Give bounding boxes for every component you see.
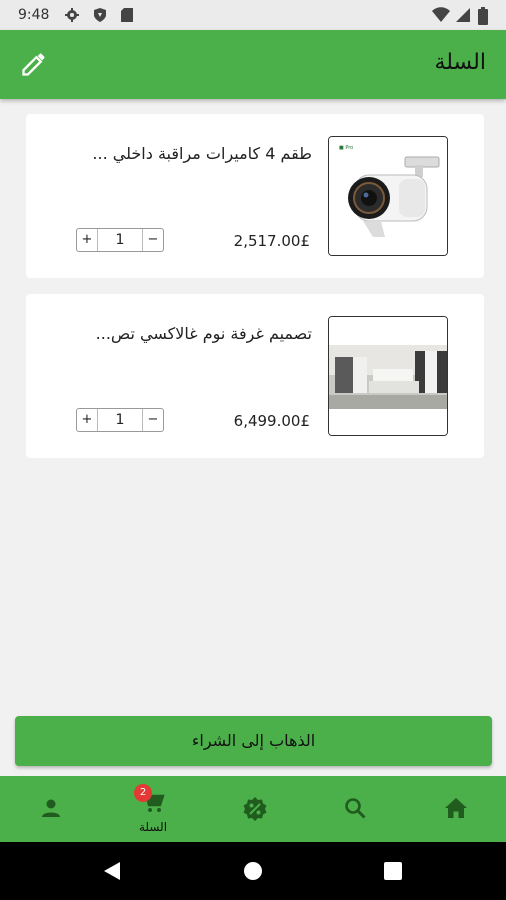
back-icon[interactable] [102, 861, 122, 881]
checkout-button[interactable]: الذهاب إلى الشراء [15, 716, 492, 766]
product-name[interactable]: تصميم غرفة نوم غالاكسي تص... [96, 324, 312, 343]
app-bar: السلة [0, 30, 506, 99]
settings-icon [65, 8, 79, 22]
status-time: 9:48 [18, 7, 50, 23]
cart-count-badge: 2 [134, 784, 152, 802]
security-camera-image: ■ Pro [329, 137, 447, 255]
nav-offers[interactable] [219, 776, 289, 842]
system-nav-bar [0, 842, 506, 900]
product-price: 6,499.00£ [233, 412, 310, 430]
quantity-stepper: + 1 − [76, 408, 164, 432]
quantity-value: 1 [115, 412, 125, 428]
wifi-icon [432, 7, 450, 22]
bedroom-image [329, 317, 447, 435]
shield-icon [94, 8, 106, 22]
recents-icon[interactable] [384, 862, 402, 880]
cart-item[interactable]: تصميم غرفة نوم غالاكسي تص... 6,499.00£ +… [26, 294, 484, 458]
edit-icon[interactable] [20, 50, 48, 78]
decrease-button[interactable]: − [142, 409, 163, 431]
increase-button[interactable]: + [77, 409, 98, 431]
nav-search[interactable] [320, 776, 390, 842]
nav-account[interactable] [16, 776, 86, 842]
search-icon [345, 798, 366, 819]
cart-item[interactable]: ■ Pro طقم 4 كاميرات مراقبة داخلي ... 2,5… [26, 114, 484, 278]
discount-icon [243, 797, 267, 821]
product-image[interactable]: ■ Pro [328, 136, 448, 256]
increase-button[interactable]: + [77, 229, 98, 251]
battery-icon [478, 7, 488, 25]
bottom-nav: السلة [0, 776, 506, 842]
quantity-stepper: + 1 − [76, 228, 164, 252]
signal-icon [456, 8, 470, 22]
decrease-button[interactable]: − [142, 229, 163, 251]
status-bar: 9:48 [0, 0, 506, 30]
sd-card-icon [121, 8, 133, 22]
page-title: السلة [434, 50, 486, 75]
account-icon [42, 799, 60, 817]
nav-cart[interactable]: السلة [118, 776, 188, 842]
product-name[interactable]: طقم 4 كاميرات مراقبة داخلي ... [92, 144, 312, 163]
product-price: 2,517.00£ [233, 232, 310, 250]
product-image[interactable] [328, 316, 448, 436]
quantity-value: 1 [115, 232, 125, 248]
home-icon [445, 798, 467, 818]
nav-cart-label: السلة [138, 820, 168, 834]
nav-home[interactable] [421, 776, 491, 842]
home-circle-icon[interactable] [243, 861, 263, 881]
svg-text:■ Pro: ■ Pro [339, 145, 353, 151]
